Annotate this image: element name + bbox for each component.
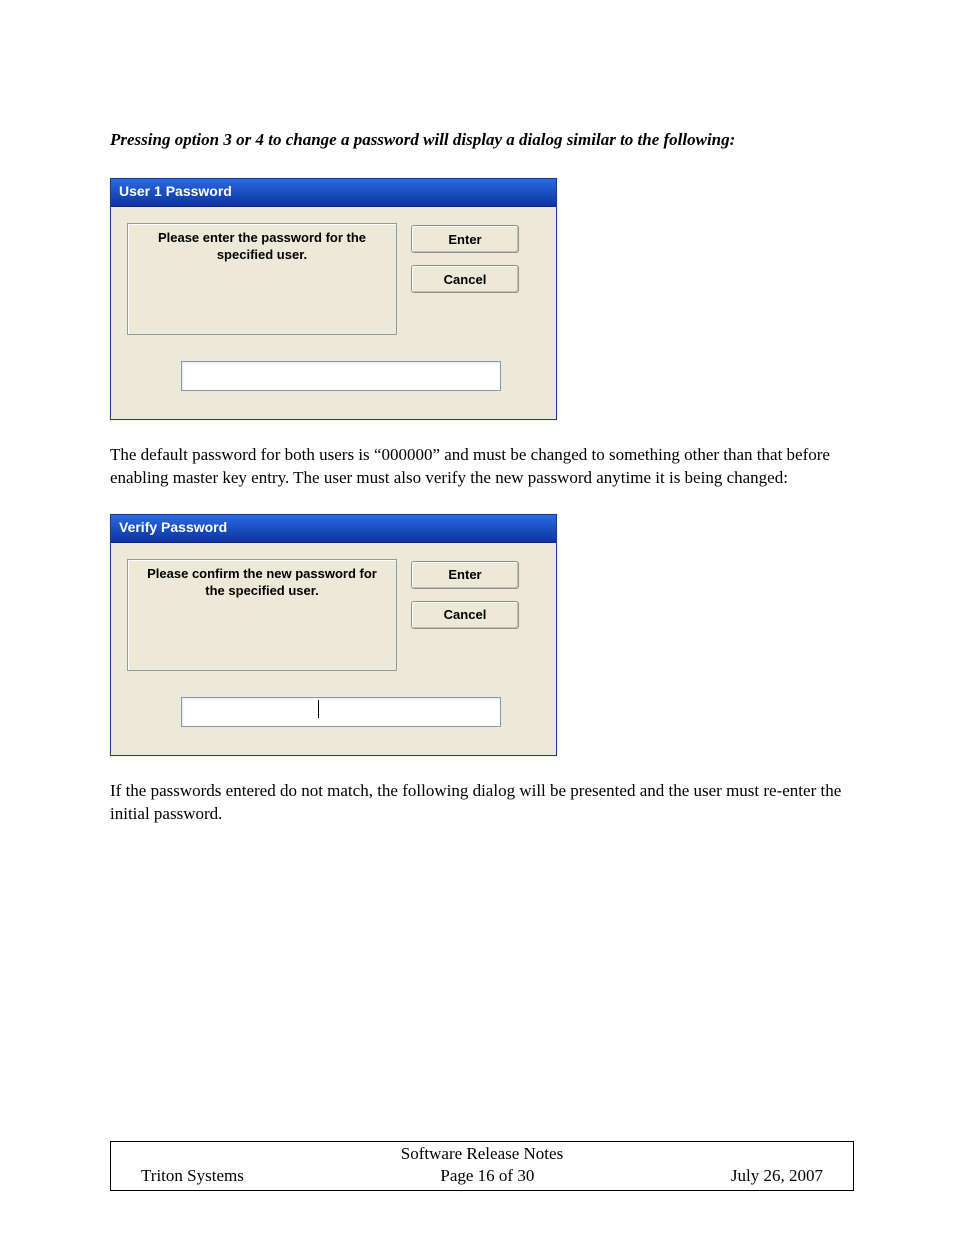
dialog1-enter-button[interactable]: Enter: [411, 225, 519, 253]
text-cursor-icon: [318, 700, 319, 718]
dialog1-password-input[interactable]: [181, 361, 501, 391]
verify-password-dialog: Verify Password Please confirm the new p…: [110, 514, 557, 756]
footer-company: Triton Systems: [141, 1166, 244, 1186]
dialog2-message: Please confirm the new password for the …: [127, 559, 397, 671]
page-footer: Software Release Notes Triton Systems Pa…: [110, 1141, 854, 1191]
dialog1-message: Please enter the password for the specif…: [127, 223, 397, 335]
paragraph-3: If the passwords entered do not match, t…: [110, 780, 844, 826]
paragraph-2: The default password for both users is “…: [110, 444, 844, 490]
footer-date: July 26, 2007: [731, 1166, 823, 1186]
footer-title: Software Release Notes: [111, 1142, 853, 1166]
dialog2-enter-button[interactable]: Enter: [411, 561, 519, 589]
dialog1-title: User 1 Password: [111, 179, 556, 207]
dialog2-cancel-button[interactable]: Cancel: [411, 601, 519, 629]
intro-text: Pressing option 3 or 4 to change a passw…: [110, 130, 844, 150]
dialog1-cancel-button[interactable]: Cancel: [411, 265, 519, 293]
user1-password-dialog: User 1 Password Please enter the passwor…: [110, 178, 557, 420]
dialog2-password-input[interactable]: [181, 697, 501, 727]
dialog2-title: Verify Password: [111, 515, 556, 543]
footer-page-number: Page 16 of 30: [440, 1166, 534, 1186]
